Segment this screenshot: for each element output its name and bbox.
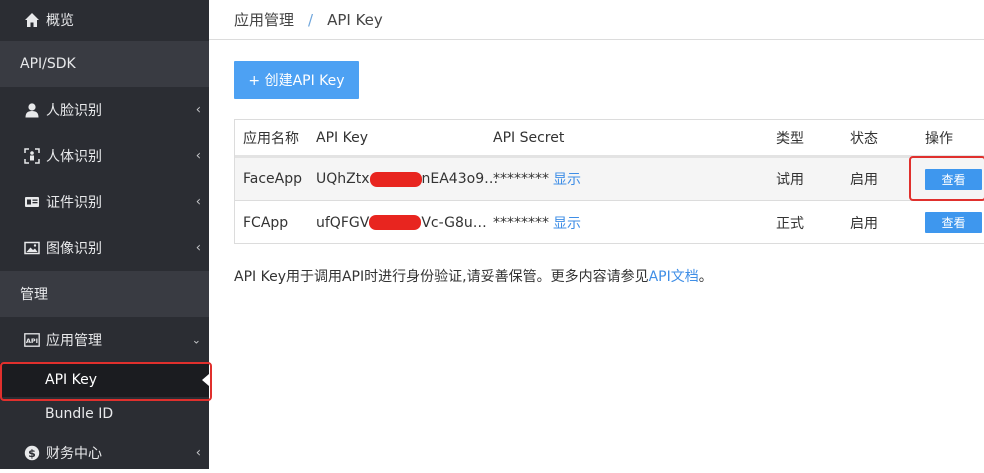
key-type: 试用 bbox=[776, 172, 804, 188]
sidebar-item-label: 证件识别 bbox=[46, 195, 102, 211]
api-key-prefix: ufQFGV bbox=[316, 214, 370, 231]
api-docs-link[interactable]: API文档 bbox=[649, 269, 699, 285]
sidebar: 概览 API/SDK 人脸识别 ‹ 人体识别 ‹ 证件识别 ‹ 图像识别 ‹ 管… bbox=[0, 0, 209, 469]
column-header: 应用名称 bbox=[243, 130, 299, 147]
api-key-suffix: Vc-G8u… bbox=[421, 214, 487, 231]
column-header: 状态 bbox=[850, 130, 878, 147]
sidebar-item-label: 图像识别 bbox=[46, 241, 102, 257]
sidebar-item-overview[interactable]: 概览 bbox=[0, 0, 209, 40]
sidebar-section-api: API/SDK bbox=[0, 41, 209, 87]
column-header: 操作 bbox=[925, 130, 953, 147]
sidebar-item-body[interactable]: 人体识别 ‹ bbox=[0, 133, 209, 179]
chevron-left-icon: ‹ bbox=[195, 148, 201, 164]
sidebar-item-face[interactable]: 人脸识别 ‹ bbox=[0, 87, 209, 133]
table-row: FaceApp UQhZtx nEA43o9… ******** 显示 试用 启用… bbox=[235, 158, 984, 201]
active-indicator bbox=[202, 374, 209, 386]
sidebar-item-app-manage[interactable]: API 应用管理 ⌄ bbox=[0, 317, 209, 363]
key-status: 启用 bbox=[850, 215, 878, 232]
redaction-mark bbox=[369, 171, 422, 187]
body-scan-icon bbox=[24, 148, 40, 164]
sidebar-item-idcard[interactable]: 证件识别 ‹ bbox=[0, 179, 209, 225]
create-api-key-button[interactable]: + 创建API Key bbox=[234, 61, 359, 99]
redaction-mark bbox=[369, 215, 422, 230]
api-key-table: 应用名称 API Key API Secret 类型 状态 操作 FaceApp… bbox=[234, 119, 984, 244]
table-row: FCApp ufQFGV Vc-G8u… ******** 显示 正式 启用 查看 bbox=[235, 201, 984, 244]
action-cell: 查看 bbox=[925, 201, 982, 244]
api-key-note: API Key用于调用API时进行身份验证,请妥善保管。更多内容请参见API文档… bbox=[234, 266, 713, 286]
column-header: 类型 bbox=[776, 130, 804, 147]
user-icon bbox=[24, 102, 40, 118]
sidebar-item-label: 人脸识别 bbox=[46, 103, 102, 119]
table-header: 应用名称 API Key API Secret 类型 状态 操作 bbox=[235, 120, 984, 158]
chevron-left-icon: ‹ bbox=[195, 445, 201, 461]
sidebar-item-label: 财务中心 bbox=[46, 446, 102, 462]
sidebar-section-manage: 管理 bbox=[0, 271, 209, 317]
sidebar-item-label: 概览 bbox=[46, 13, 74, 29]
app-name: FaceApp bbox=[243, 171, 303, 187]
dollar-icon: $ bbox=[24, 445, 40, 461]
api-secret-value: ******** bbox=[493, 171, 549, 187]
svg-text:API: API bbox=[26, 337, 38, 345]
sidebar-item-image[interactable]: 图像识别 ‹ bbox=[0, 225, 209, 271]
breadcrumb-parent[interactable]: 应用管理 bbox=[234, 9, 294, 30]
chevron-left-icon: ‹ bbox=[195, 194, 201, 210]
id-card-icon bbox=[24, 194, 40, 210]
note-text: API Key用于调用API时进行身份验证,请妥善保管。更多内容请参见 bbox=[234, 269, 649, 285]
home-icon bbox=[24, 12, 40, 28]
api-icon: API bbox=[24, 332, 40, 348]
breadcrumb-separator: / bbox=[308, 10, 314, 29]
api-key-value: ufQFGV Vc-G8u… bbox=[316, 201, 487, 244]
view-button[interactable]: 查看 bbox=[925, 212, 982, 233]
sidebar-item-label: 应用管理 bbox=[46, 333, 102, 349]
sidebar-subitem-api-key[interactable]: API Key bbox=[0, 363, 209, 397]
show-secret-link[interactable]: 显示 bbox=[553, 201, 581, 244]
column-header: API Key bbox=[316, 129, 368, 146]
chevron-left-icon: ‹ bbox=[195, 102, 201, 118]
key-status: 启用 bbox=[850, 172, 878, 188]
api-key-suffix: nEA43o9… bbox=[421, 171, 499, 187]
chevron-down-icon: ⌄ bbox=[191, 333, 201, 347]
breadcrumb-current: API Key bbox=[327, 10, 383, 29]
api-secret-value: ******** bbox=[493, 214, 549, 231]
sidebar-subitem-bundle-id[interactable]: Bundle ID bbox=[0, 397, 209, 431]
chevron-left-icon: ‹ bbox=[195, 240, 201, 256]
sidebar-item-label: 人体识别 bbox=[46, 149, 102, 165]
show-secret-link[interactable]: 显示 bbox=[553, 158, 581, 200]
sidebar-item-label: Bundle ID bbox=[45, 406, 114, 422]
action-cell: 查看 bbox=[925, 158, 982, 200]
svg-text:$: $ bbox=[28, 447, 36, 460]
breadcrumb: 应用管理 / API Key bbox=[209, 0, 984, 40]
view-button[interactable]: 查看 bbox=[925, 168, 982, 190]
key-type: 正式 bbox=[776, 215, 804, 232]
image-icon bbox=[24, 240, 40, 256]
api-key-value: UQhZtx nEA43o9… bbox=[316, 158, 498, 200]
note-end: 。 bbox=[698, 269, 713, 285]
column-header: API Secret bbox=[493, 129, 565, 146]
sidebar-item-label: API Key bbox=[45, 372, 97, 388]
api-key-prefix: UQhZtx bbox=[316, 171, 370, 187]
sidebar-item-finance[interactable]: $ 财务中心 ‹ bbox=[0, 433, 209, 473]
app-name: FCApp bbox=[243, 214, 289, 231]
